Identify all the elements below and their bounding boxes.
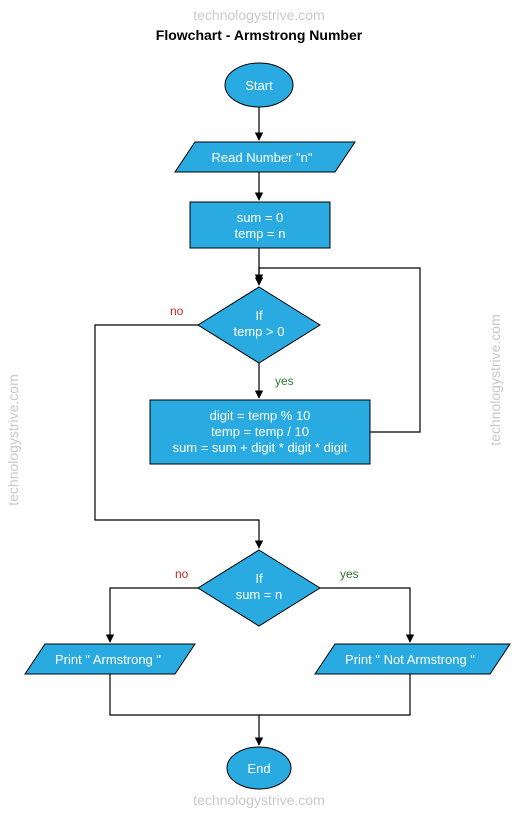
node-init	[190, 202, 330, 248]
watermark-bottom: technologystrive.com	[193, 792, 325, 808]
label-dec1-yes: yes	[275, 374, 294, 388]
node-out-not-armstrong-label: Print " Not Armstrong "	[345, 652, 475, 667]
node-loop-l3: sum = sum + digit * digit * digit	[173, 440, 348, 455]
node-start-label: Start	[245, 78, 273, 93]
watermark-left: technologystrive.com	[5, 374, 21, 506]
watermark-right: technologystrive.com	[487, 314, 503, 446]
edge-dec2-no	[110, 588, 198, 642]
diagram-title: Flowchart - Armstrong Number	[156, 27, 363, 43]
label-dec2-yes: yes	[340, 567, 359, 581]
edge-outA-merge	[110, 674, 259, 715]
node-init-l1: sum = 0	[237, 210, 284, 225]
node-loop-l2: temp = temp / 10	[211, 424, 309, 439]
node-dec1-l1: If	[255, 308, 263, 323]
watermark-top: technologystrive.com	[193, 7, 325, 23]
label-dec2-no: no	[175, 567, 189, 581]
node-loop-l1: digit = temp % 10	[210, 408, 311, 423]
edge-outN-merge	[259, 674, 410, 715]
node-dec1-l2: temp > 0	[234, 324, 285, 339]
node-read-label: Read Number "n"	[212, 150, 313, 165]
node-init-l2: temp = n	[235, 226, 286, 241]
node-dec2-l2: sum = n	[236, 587, 283, 602]
node-dec2-l1: If	[255, 571, 263, 586]
node-end-label: End	[247, 761, 270, 776]
node-out-armstrong-label: Print " Armstrong "	[55, 652, 161, 667]
flowchart-canvas: technologystrive.com technologystrive.co…	[0, 0, 518, 815]
edge-dec2-yes	[320, 588, 410, 642]
label-dec1-no: no	[170, 304, 184, 318]
